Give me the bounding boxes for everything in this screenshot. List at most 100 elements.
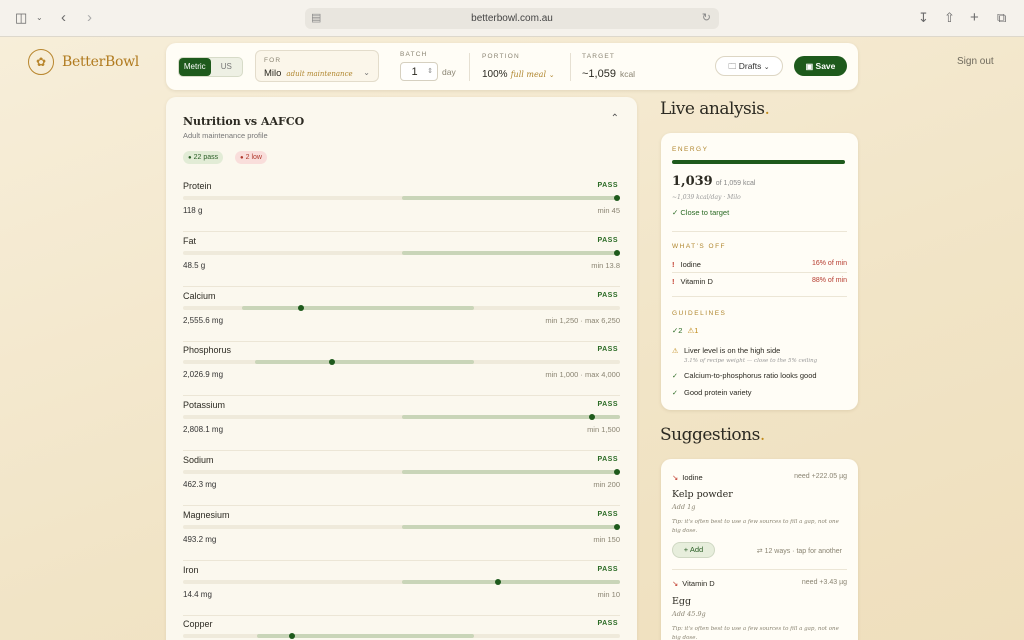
off-item: ! Iodine 16% of min xyxy=(672,260,847,269)
nutrient-row: Magnesium PASS 493.2 mg min 150 xyxy=(183,506,620,561)
nutrient-row: Phosphorus PASS 2,026.9 mg min 1,000 · max … xyxy=(183,341,620,397)
energy-progress-bar xyxy=(672,160,845,164)
brand-logo[interactable]: ✿ BetterBowl xyxy=(28,49,139,75)
suggestions-title: Suggestions xyxy=(660,425,760,445)
off-item-pct: 16% of min xyxy=(811,260,847,267)
nutrient-value-marker xyxy=(494,578,501,585)
nutrient-value-marker xyxy=(289,633,296,640)
drafts-button[interactable]: 🗀 Drafts ⌄ xyxy=(715,56,783,76)
folder-icon: 🗀 xyxy=(728,62,737,71)
guide-ok-count: 2 xyxy=(678,326,683,335)
batch-label: BATCH xyxy=(400,51,428,58)
reload-icon[interactable]: ↻ xyxy=(702,8,711,29)
forward-icon[interactable]: › xyxy=(87,10,92,26)
unit-us-button[interactable]: US xyxy=(211,58,243,76)
alternatives-link[interactable]: ⇄ 12 ways · tap for another xyxy=(757,547,842,555)
nutrient-range-band xyxy=(401,524,620,529)
sidebar-icon[interactable]: ◫ xyxy=(15,10,27,26)
live-analysis-heading: Live analysis. xyxy=(660,99,770,119)
unit-toggle: Metric US xyxy=(178,57,243,77)
nutrient-name: Magnesium xyxy=(183,509,230,520)
nutrient-status: PASS xyxy=(597,236,618,244)
nutrient-status: PASS xyxy=(597,346,618,354)
alert-icon: ! xyxy=(672,260,675,269)
energy-value: 1,039 xyxy=(672,174,713,189)
off-item-pct: 88% of min xyxy=(811,277,847,284)
shuffle-icon: ⇄ xyxy=(756,548,763,555)
brand-name: BetterBowl xyxy=(62,54,139,70)
guideline-text: Good protein variety xyxy=(684,388,752,397)
stepper-arrows-icon[interactable]: ⇕ xyxy=(427,63,433,81)
off-item: ! Vitamin D 88% of min xyxy=(672,277,847,286)
download-icon[interactable]: ↧ xyxy=(918,10,929,26)
tabs-icon[interactable]: ⧉ xyxy=(997,10,1006,26)
nutrient-range-track xyxy=(183,633,620,640)
guideline-item: ✓ Calcium-to-phosphorus ratio looks good xyxy=(672,371,852,380)
nutrient-name: Potassium xyxy=(183,400,226,411)
nutrient-value-marker xyxy=(328,359,335,366)
batch-stepper[interactable]: 1 ⇕ xyxy=(400,62,438,81)
nutrient-limit: min 1,250 · max 6,250 xyxy=(545,315,620,325)
suggestions-heading: Suggestions. xyxy=(660,425,765,445)
nutrient-limit: min 200 xyxy=(593,480,620,489)
suggestion-amount: Add 1g xyxy=(672,503,696,511)
collapse-chevron-icon[interactable]: ⌃ xyxy=(611,113,619,124)
nutrient-range-track xyxy=(183,249,620,256)
nutrient-limit: min 150 xyxy=(593,534,620,544)
portion-section[interactable]: PORTION 100% full meal ⌄ xyxy=(482,53,555,82)
sign-out-link[interactable]: Sign out xyxy=(957,56,994,67)
nutrient-name: Fat xyxy=(183,235,197,246)
guideline-text: Calcium-to-phosphorus ratio looks good xyxy=(684,371,817,380)
pet-selector[interactable]: FOR Milo adult maintenance ⌄ xyxy=(255,50,379,82)
nutrient-row: Calcium PASS 2,555.6 mg min 1,250 · max 6,2… xyxy=(183,287,620,342)
nutrient-status: PASS xyxy=(597,291,618,299)
nutrient-range-track xyxy=(183,523,620,530)
nutrient-range-band xyxy=(401,250,620,255)
add-suggestion-button[interactable]: + Add xyxy=(672,542,715,558)
nutrient-value: 118 g xyxy=(183,206,203,215)
portion-value: 100% xyxy=(482,69,508,80)
nutrient-row: Fat PASS 48.5 g min 13.8 xyxy=(183,232,620,287)
nutrient-status: PASS xyxy=(597,182,618,189)
nutrient-status: PASS xyxy=(597,565,618,573)
target-label: TARGET xyxy=(582,53,616,60)
nutrient-range-band xyxy=(401,579,620,584)
back-icon[interactable]: ‹ xyxy=(61,10,66,26)
nutrition-subtitle: Adult maintenance profile xyxy=(183,131,268,140)
nutrition-card: Nutrition vs AAFCO Adult maintenance pro… xyxy=(166,97,637,640)
nutrient-value: 2,555.6 mg xyxy=(183,315,224,325)
chevron-down-icon: ⌄ xyxy=(548,72,555,79)
nutrient-limit: min 1,500 xyxy=(587,425,620,435)
whats-off-label: WHAT'S OFF xyxy=(672,243,727,250)
divider xyxy=(672,272,847,273)
save-button[interactable]: ▣ Save xyxy=(794,56,847,76)
nutrient-name: Calcium xyxy=(183,290,216,301)
alert-icon: ! xyxy=(672,277,675,286)
nutrient-range-band xyxy=(255,360,474,365)
nutrient-range-track xyxy=(183,304,620,311)
guide-warn-count: 1 xyxy=(694,326,699,335)
unit-metric-button[interactable]: Metric xyxy=(179,58,211,76)
guideline-item: ✓ Good protein variety xyxy=(672,388,852,397)
divider xyxy=(672,231,847,232)
analysis-card: ENERGY 1,039 of 1,059 kcal ~1,039 kcal/da… xyxy=(661,133,858,410)
nutrient-value: 14.4 mg xyxy=(183,589,212,599)
share-icon[interactable]: ⇧ xyxy=(944,10,955,26)
portion-label: PORTION xyxy=(482,53,520,60)
nutrient-range-band xyxy=(401,470,620,474)
nutrient-range-band xyxy=(401,415,620,420)
nutrient-range-track xyxy=(183,195,620,201)
trend-down-icon: ↘ xyxy=(672,473,679,482)
app-root: ✿ BetterBowl Sign out Metric US FOR Milo… xyxy=(0,37,1024,640)
chevron-down-icon[interactable]: ⌄ xyxy=(36,10,43,26)
nutrient-status: PASS xyxy=(597,401,618,409)
chevron-down-icon: ⌄ xyxy=(363,68,370,77)
nutrient-range-track xyxy=(183,578,620,585)
browser-toolbar: ◫ ⌄ ‹ › ▤ betterbowl.com.au ↻ ↧ ⇧ + ⧉ xyxy=(0,0,1024,37)
pass-count-text: 22 pass xyxy=(193,154,219,161)
suggestion-nutrient: ↘ Vitamin D xyxy=(672,579,715,588)
nutrient-range-track xyxy=(183,414,620,421)
plus-icon[interactable]: + xyxy=(970,10,979,26)
address-bar[interactable]: ▤ betterbowl.com.au ↻ xyxy=(305,8,719,29)
nutrient-row: Protein PASS 118 g min 45 xyxy=(183,177,620,232)
